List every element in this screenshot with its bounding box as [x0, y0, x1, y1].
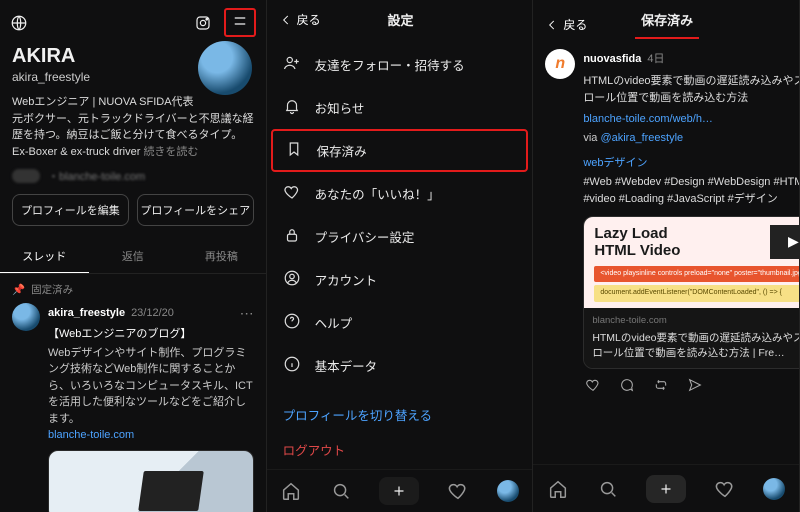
- followers-row[interactable]: ・blanche-toile.com: [0, 160, 266, 184]
- bookmark-icon: [285, 140, 303, 161]
- menu-about[interactable]: 基本データ: [267, 344, 533, 387]
- menu-account[interactable]: アカウント: [267, 258, 533, 301]
- post-avatar[interactable]: [12, 303, 40, 331]
- post-link[interactable]: blanche-toile.com/web/h…: [583, 111, 800, 128]
- search-icon[interactable]: [330, 480, 352, 502]
- compose-button[interactable]: [646, 475, 686, 503]
- compose-button[interactable]: [379, 477, 419, 505]
- post-text: HTMLのvideo要素で動画の遅延読み込みやスクロール位置で動画を読み込む方法: [583, 73, 800, 107]
- menu-follow-invite[interactable]: 友達をフォロー・招待する: [267, 43, 533, 86]
- home-icon[interactable]: [547, 478, 569, 500]
- home-icon[interactable]: [280, 480, 302, 502]
- menu-icon[interactable]: [231, 12, 249, 30]
- post-link[interactable]: blanche-toile.com: [48, 427, 254, 444]
- avatar[interactable]: [198, 41, 252, 95]
- profile-panel: AKIRA akira_freestyle Webエンジニア | NUOVA S…: [0, 0, 267, 512]
- read-more[interactable]: 続きを読む: [143, 146, 198, 158]
- menu-privacy[interactable]: プライバシー設定: [267, 215, 533, 258]
- saved-panel: 戻る 保存済み n nuovasfida4日⋯ HTMLのvideo要素で動画の…: [533, 0, 800, 512]
- help-icon: [283, 312, 301, 333]
- play-icon: ▶: [770, 225, 800, 259]
- pin-icon: 📌: [12, 283, 25, 296]
- edit-profile-button[interactable]: プロフィールを編集: [12, 194, 129, 226]
- repost-icon[interactable]: [653, 377, 669, 400]
- tab-threads[interactable]: スレッド: [0, 240, 89, 273]
- info-icon: [283, 355, 301, 376]
- menu-your-likes[interactable]: あなたの「いいね！」: [267, 172, 533, 215]
- instagram-icon[interactable]: [194, 14, 212, 32]
- menu-saved-highlight[interactable]: 保存済み: [271, 129, 529, 172]
- settings-title: 設定: [281, 10, 521, 29]
- share-icon[interactable]: [687, 377, 703, 400]
- profile-tab[interactable]: [497, 480, 519, 502]
- person-plus-icon: [283, 54, 301, 75]
- post-title: 【Webエンジニアのブログ】: [48, 326, 254, 343]
- post-username[interactable]: nuovasfida: [583, 51, 641, 68]
- tag-topic[interactable]: webデザイン: [583, 155, 800, 172]
- tab-replies[interactable]: 返信: [89, 240, 178, 273]
- post-avatar[interactable]: n: [545, 49, 575, 79]
- bell-icon: [283, 97, 301, 118]
- link-card[interactable]: Lazy Load HTML Video ▶ <video playsinlin…: [583, 216, 800, 369]
- like-icon[interactable]: [585, 377, 601, 400]
- post-age: 4日: [647, 51, 664, 68]
- pinned-label: 📌固定済み: [0, 274, 266, 297]
- card-title: HTMLのvideo要素で動画の遅延読み込みやスクロール位置で動画を読み込む方法…: [592, 331, 800, 360]
- card-domain: blanche-toile.com: [592, 314, 800, 329]
- hashtags[interactable]: #Web #Webdev #Design #WebDesign #HTML #v…: [583, 174, 800, 208]
- bottom-nav: [267, 469, 533, 512]
- logout[interactable]: ログアウト: [267, 430, 533, 469]
- hamburger-highlight: [224, 8, 256, 37]
- menu-help[interactable]: ヘルプ: [267, 301, 533, 344]
- post-more-icon[interactable]: ⋯: [240, 303, 254, 324]
- post[interactable]: akira_freestyle23/12/20⋯ 【Webエンジニアのブログ】 …: [0, 297, 266, 512]
- back-button[interactable]: 戻る: [545, 16, 587, 33]
- profile-tab[interactable]: [763, 478, 785, 500]
- heart-icon[interactable]: [714, 478, 736, 500]
- post-username[interactable]: akira_freestyle: [48, 305, 125, 322]
- switch-profile[interactable]: プロフィールを切り替える: [267, 391, 533, 430]
- profile-tabs: スレッド 返信 再投稿: [0, 240, 266, 274]
- post-date: 23/12/20: [131, 305, 174, 322]
- bottom-nav: [533, 464, 799, 512]
- heart-icon[interactable]: [447, 480, 469, 502]
- bio: Webエンジニア | NUOVA SFIDA代表 元ボクサー、元トラックドライバ…: [0, 84, 266, 160]
- search-icon[interactable]: [597, 478, 619, 500]
- settings-panel: 戻る 設定 友達をフォロー・招待する お知らせ 保存済み あなたの「いいね！」 …: [267, 0, 534, 512]
- post-image[interactable]: [48, 450, 254, 512]
- heart-outline-icon: [283, 183, 301, 204]
- post-text: Webデザインやサイト制作、プログラミング技術などWeb制作に関することから、い…: [48, 345, 254, 428]
- reply-icon[interactable]: [619, 377, 635, 400]
- share-profile-button[interactable]: プロフィールをシェア: [137, 194, 254, 226]
- globe-icon[interactable]: [10, 14, 28, 32]
- menu-notifications[interactable]: お知らせ: [267, 86, 533, 129]
- lock-icon: [283, 226, 301, 247]
- saved-post[interactable]: n nuovasfida4日⋯ HTMLのvideo要素で動画の遅延読み込みやス…: [533, 39, 799, 410]
- via-user[interactable]: @akira_freestyle: [600, 132, 683, 144]
- saved-title: 保存済み: [635, 10, 699, 39]
- user-circle-icon: [283, 269, 301, 290]
- tab-reposts[interactable]: 再投稿: [177, 240, 266, 273]
